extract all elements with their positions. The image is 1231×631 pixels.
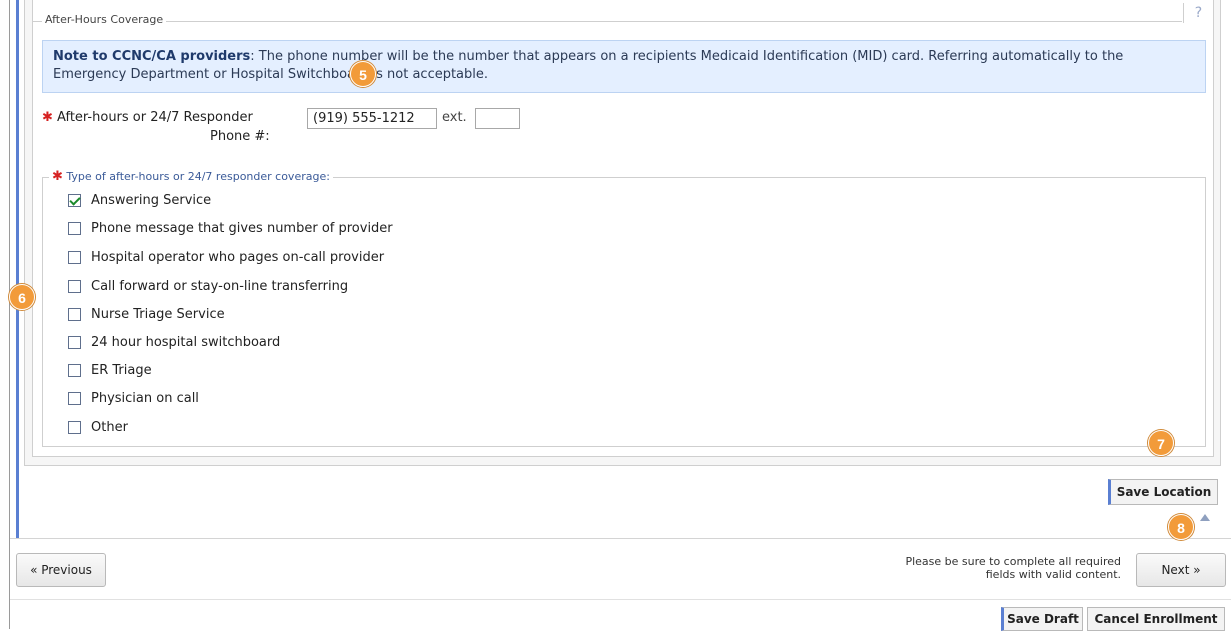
callout-badge-8: 8: [1168, 514, 1194, 540]
option-hospital-switchboard[interactable]: 24 hour hospital switchboard: [68, 332, 280, 352]
checkbox[interactable]: [68, 391, 81, 405]
ext-label: ext.: [442, 110, 467, 125]
required-marker: ✱: [42, 110, 53, 125]
checkbox[interactable]: [68, 307, 81, 321]
checkbox[interactable]: [68, 250, 81, 264]
save-draft-button[interactable]: Save Draft: [1001, 607, 1083, 631]
option-answering-service[interactable]: Answering Service: [68, 190, 211, 210]
checkbox[interactable]: [68, 335, 81, 349]
responder-phone-label-line1: After-hours or 24/7 Responder: [57, 110, 253, 125]
checkbox-checked[interactable]: [68, 193, 81, 207]
after-hours-legend: After-Hours Coverage: [42, 13, 167, 26]
responder-phone-label: ✱ After-hours or 24/7 Responder Phone #:: [42, 108, 292, 146]
option-other[interactable]: Other: [68, 417, 128, 437]
nav-divider: [10, 599, 1231, 600]
callout-badge-6: 6: [9, 284, 35, 310]
section-accent-bar: [16, 0, 19, 539]
responder-phone-input[interactable]: [307, 108, 437, 129]
option-label: Physician on call: [91, 390, 199, 406]
option-label: Phone message that gives number of provi…: [91, 220, 393, 236]
option-phone-message[interactable]: Phone message that gives number of provi…: [68, 218, 393, 238]
responder-phone-label-line2: Phone #:: [210, 129, 270, 144]
option-call-forward[interactable]: Call forward or stay-on-line transferrin…: [68, 276, 348, 296]
option-nurse-triage[interactable]: Nurse Triage Service: [68, 304, 225, 324]
up-arrow-icon[interactable]: [1200, 514, 1210, 521]
help-icon[interactable]: ?: [1183, 3, 1213, 23]
option-label: Hospital operator who pages on-call prov…: [91, 249, 385, 265]
save-location-button[interactable]: Save Location: [1108, 479, 1218, 505]
provider-note: Note to CCNC/CA providers: The phone num…: [42, 40, 1206, 93]
option-er-triage[interactable]: ER Triage: [68, 360, 152, 380]
option-label: Nurse Triage Service: [91, 306, 225, 322]
checkbox[interactable]: [68, 221, 81, 235]
option-hospital-operator[interactable]: Hospital operator who pages on-call prov…: [68, 247, 384, 267]
required-marker: ✱: [52, 169, 63, 184]
required-fields-hint: Please be sure to complete all required …: [905, 555, 1121, 581]
option-label: Answering Service: [91, 192, 212, 208]
option-physician-on-call[interactable]: Physician on call: [68, 388, 199, 408]
page-left-rule: [9, 0, 10, 629]
option-label: Call forward or stay-on-line transferrin…: [91, 278, 349, 294]
checkbox[interactable]: [68, 279, 81, 293]
option-label: ER Triage: [91, 362, 152, 378]
section-divider: [10, 538, 1231, 539]
checkbox[interactable]: [68, 420, 81, 434]
callout-badge-7: 7: [1148, 430, 1174, 456]
option-label: Other: [91, 419, 128, 435]
previous-button[interactable]: « Previous: [16, 553, 106, 587]
fieldset-legend-rule: [32, 21, 1182, 22]
coverage-type-legend-text: Type of after-hours or 24/7 responder co…: [66, 170, 330, 183]
ext-input[interactable]: [475, 108, 520, 129]
next-button[interactable]: Next »: [1136, 553, 1226, 587]
note-lead: Note to CCNC/CA providers: [53, 49, 251, 64]
callout-badge-5: 5: [350, 61, 376, 87]
checkbox[interactable]: [68, 363, 81, 377]
cancel-enrollment-button[interactable]: Cancel Enrollment: [1087, 607, 1225, 631]
coverage-type-legend: ✱ Type of after-hours or 24/7 responder …: [49, 169, 333, 184]
option-label: 24 hour hospital switchboard: [91, 334, 281, 350]
